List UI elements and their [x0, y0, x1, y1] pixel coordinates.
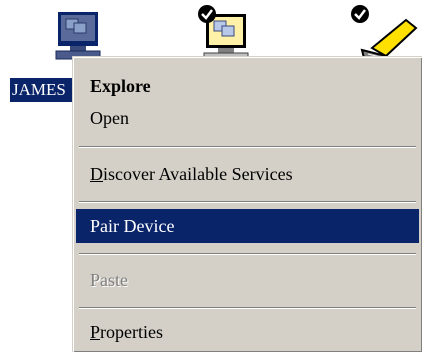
menu-separator: [79, 307, 416, 309]
menu-item-label: roperties: [100, 322, 163, 342]
menu-item-discover-services[interactable]: Discover Available Services: [76, 157, 419, 191]
menu-item-paste: Paste: [90, 270, 128, 290]
menu-item-pair-device[interactable]: Pair Device: [76, 209, 419, 243]
menu-item-label: iscover Available Services: [103, 164, 293, 184]
menu-separator: [79, 146, 416, 148]
menu-item-mnemonic: P: [90, 322, 101, 342]
menu-separator: [79, 253, 416, 255]
context-menu: Explore Open Discover Available Services…: [72, 56, 422, 352]
menu-item-properties[interactable]: Properties: [76, 315, 419, 349]
menu-item-explore[interactable]: Explore: [76, 69, 419, 103]
desktop: JAMES Explore Open Discover Available Se…: [0, 0, 422, 352]
menu-item-mnemonic: D: [90, 164, 103, 184]
menu-separator: [79, 201, 416, 203]
menu-item-open[interactable]: Open: [76, 101, 419, 135]
